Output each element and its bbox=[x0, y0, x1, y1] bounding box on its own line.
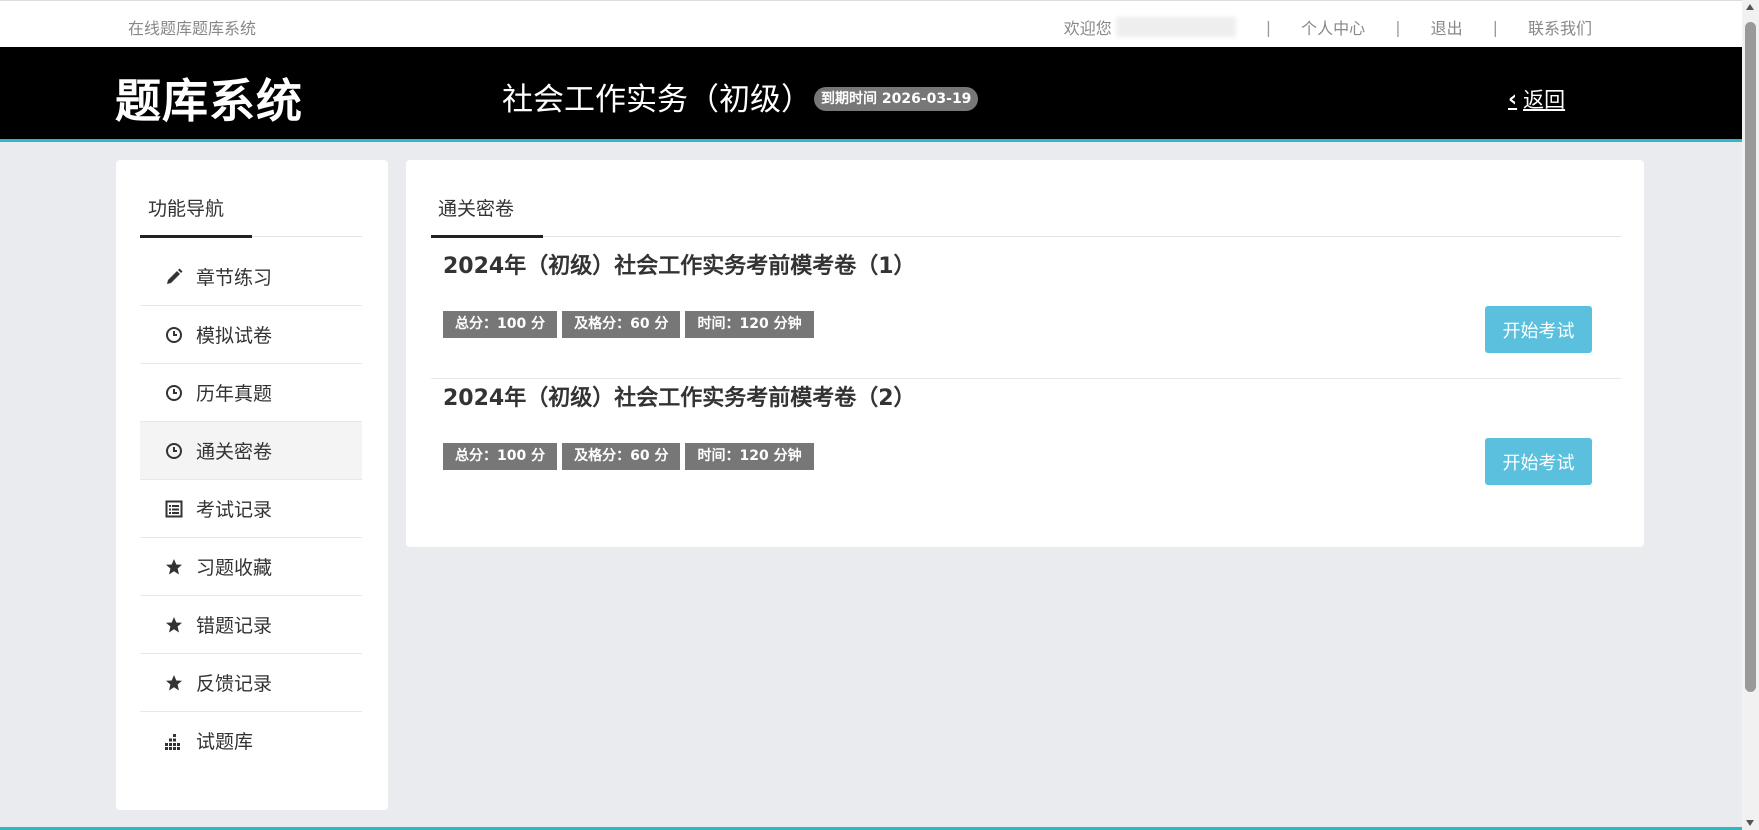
sidebar: 功能导航 章节练习 模拟试卷 历年真题 通关密卷 考试记录 习题收藏 错题记录 … bbox=[116, 160, 388, 810]
sidebar-item-label: 通关密卷 bbox=[196, 441, 273, 463]
site-name: 在线题库题库系统 bbox=[128, 19, 257, 38]
list-icon bbox=[164, 500, 184, 518]
exam-tags: 总分：100 分 及格分：60 分 时间：120 分钟 bbox=[443, 311, 819, 338]
pass-score-badge: 及格分：60 分 bbox=[562, 311, 681, 338]
star-icon bbox=[164, 558, 184, 576]
subject-title: 社会工作实务（初级） bbox=[502, 82, 812, 118]
pencil-icon bbox=[164, 268, 184, 286]
separator: | bbox=[1492, 17, 1498, 37]
expiry-badge: 到期时间 2026-03-19 bbox=[814, 87, 979, 111]
exam-title: 2024年（初级）社会工作实务考前模考卷（1） bbox=[443, 254, 916, 279]
scroll-down-arrow-icon[interactable] bbox=[1746, 820, 1754, 826]
username-redacted bbox=[1115, 17, 1236, 37]
sidebar-item-label: 章节练习 bbox=[196, 267, 273, 289]
sidebar-item-label: 反馈记录 bbox=[196, 673, 273, 695]
tab-secret-papers[interactable]: 通关密卷 bbox=[438, 194, 514, 221]
tab-active-underline bbox=[431, 235, 543, 238]
separator: | bbox=[1265, 17, 1272, 37]
main-panel: 通关密卷 2024年（初级）社会工作实务考前模考卷（1） 总分：100 分 及格… bbox=[406, 160, 1644, 547]
sidebar-item-label: 模拟试卷 bbox=[196, 325, 273, 347]
sidebar-item-question-bank[interactable]: 试题库 bbox=[140, 712, 362, 769]
sidebar-item-label: 考试记录 bbox=[196, 499, 273, 521]
clock-icon bbox=[164, 442, 184, 460]
exam-title: 2024年（初级）社会工作实务考前模考卷（2） bbox=[443, 386, 916, 411]
start-exam-button[interactable]: 开始考试 bbox=[1485, 438, 1592, 485]
sidebar-item-past-exams[interactable]: 历年真题 bbox=[140, 364, 362, 422]
exam-list-item: 2024年（初级）社会工作实务考前模考卷（2） 总分：100 分 及格分：60 … bbox=[431, 380, 1621, 510]
sidebar-item-chapter-practice[interactable]: 章节练习 bbox=[140, 248, 362, 306]
top-links: 欢迎您 | 个人中心 | 退出 | 联系我们 bbox=[1064, 15, 1592, 39]
total-score-badge: 总分：100 分 bbox=[443, 311, 558, 338]
start-exam-button[interactable]: 开始考试 bbox=[1485, 306, 1592, 353]
sidebar-item-exam-records[interactable]: 考试记录 bbox=[140, 480, 362, 538]
bars-icon bbox=[164, 732, 184, 750]
sidebar-title-underline bbox=[140, 235, 252, 238]
tab-bar: 通关密卷 bbox=[431, 194, 1621, 238]
personal-center-link[interactable]: 个人中心 bbox=[1301, 15, 1365, 39]
welcome-text: 欢迎您 bbox=[1064, 15, 1236, 39]
scrollbar-thumb[interactable] bbox=[1745, 22, 1756, 692]
sidebar-item-wrong-answers[interactable]: 错题记录 bbox=[140, 596, 362, 654]
sidebar-item-mock-papers[interactable]: 模拟试卷 bbox=[140, 306, 362, 364]
scroll-up-arrow-icon[interactable] bbox=[1746, 4, 1754, 10]
sidebar-item-favorites[interactable]: 习题收藏 bbox=[140, 538, 362, 596]
sidebar-title: 功能导航 bbox=[148, 198, 225, 220]
logout-link[interactable]: 退出 bbox=[1431, 15, 1463, 39]
duration-badge: 时间：120 分钟 bbox=[685, 311, 814, 338]
sidebar-item-feedback[interactable]: 反馈记录 bbox=[140, 654, 362, 712]
back-button[interactable]: ‹ 返回 bbox=[1508, 84, 1565, 114]
page-scrollbar[interactable] bbox=[1742, 0, 1759, 830]
exam-tags: 总分：100 分 及格分：60 分 时间：120 分钟 bbox=[443, 443, 819, 470]
chevron-left-icon: ‹ bbox=[1508, 86, 1518, 112]
sidebar-nav: 章节练习 模拟试卷 历年真题 通关密卷 考试记录 习题收藏 错题记录 反馈记录 … bbox=[140, 248, 362, 769]
clock-icon bbox=[164, 326, 184, 344]
welcome-label: 欢迎您 bbox=[1063, 19, 1112, 38]
sidebar-item-secret-papers[interactable]: 通关密卷 bbox=[140, 422, 362, 480]
total-score-badge: 总分：100 分 bbox=[443, 443, 558, 470]
contact-us-link[interactable]: 联系我们 bbox=[1528, 15, 1592, 39]
exam-list-item: 2024年（初级）社会工作实务考前模考卷（1） 总分：100 分 及格分：60 … bbox=[431, 248, 1621, 379]
sidebar-item-label: 试题库 bbox=[196, 731, 254, 753]
main-header: 题库系统 社会工作实务（初级） 到期时间 2026-03-19 ‹ 返回 bbox=[0, 47, 1742, 142]
back-label: 返回 bbox=[1523, 88, 1566, 112]
clock-icon bbox=[164, 384, 184, 402]
duration-badge: 时间：120 分钟 bbox=[685, 443, 814, 470]
sidebar-item-label: 错题记录 bbox=[196, 615, 273, 637]
pass-score-badge: 及格分：60 分 bbox=[562, 443, 681, 470]
sidebar-item-label: 历年真题 bbox=[196, 383, 273, 405]
separator: | bbox=[1395, 17, 1401, 37]
star-icon bbox=[164, 674, 184, 692]
top-utility-bar: 在线题库题库系统 欢迎您 | 个人中心 | 退出 | 联系我们 bbox=[0, 0, 1742, 48]
star-icon bbox=[164, 616, 184, 634]
sidebar-header: 功能导航 bbox=[140, 194, 362, 238]
brand-logo: 题库系统 bbox=[115, 74, 303, 128]
sidebar-item-label: 习题收藏 bbox=[196, 557, 273, 579]
